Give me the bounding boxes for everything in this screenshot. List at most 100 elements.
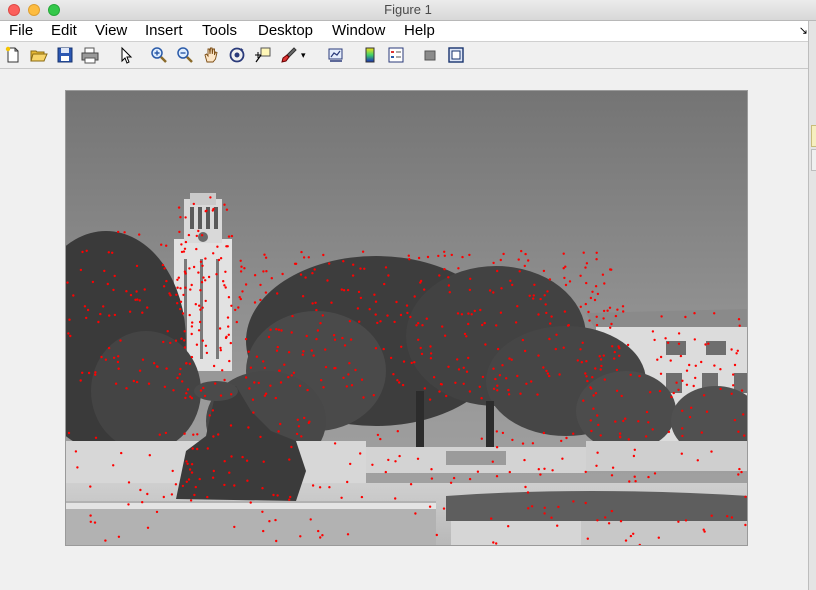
feature-point-marker [521, 338, 525, 342]
feature-point-marker [647, 475, 650, 479]
feature-point-marker [413, 361, 416, 364]
new-figure-icon[interactable] [4, 46, 22, 64]
feature-point-marker [545, 369, 548, 373]
menu-edit[interactable]: Edit [51, 22, 77, 39]
feature-point-marker [215, 273, 218, 276]
feature-point-marker [199, 389, 203, 392]
feature-point-marker [315, 337, 318, 341]
feature-point-marker [523, 458, 526, 462]
feature-point-marker [532, 297, 535, 300]
menu-help[interactable]: Help [404, 22, 435, 39]
feature-point-marker [417, 256, 421, 260]
feature-point-marker [316, 329, 320, 332]
feature-point-marker [426, 255, 430, 259]
zoom-out-icon[interactable] [176, 46, 194, 64]
feature-point-marker [681, 379, 684, 382]
feature-point-marker [558, 373, 561, 376]
feature-point-marker [132, 379, 135, 383]
feature-point-marker [496, 269, 499, 273]
feature-point-marker [278, 369, 281, 372]
feature-point-marker [675, 381, 678, 384]
feature-point-marker [179, 367, 182, 371]
feature-point-marker [190, 283, 193, 287]
open-file-icon[interactable] [30, 46, 48, 64]
feature-point-marker [201, 339, 204, 342]
feature-point-marker [295, 432, 299, 436]
feature-point-marker [321, 314, 324, 317]
feature-point-marker [89, 514, 92, 517]
feature-point-marker [664, 337, 667, 340]
zoom-in-icon[interactable] [150, 46, 168, 64]
feature-point-marker [223, 378, 226, 382]
feature-point-marker [163, 385, 167, 388]
feature-point-marker [713, 364, 716, 367]
data-cursor-icon[interactable] [254, 46, 272, 64]
feature-point-marker [645, 410, 649, 414]
feature-point-marker [566, 324, 570, 327]
feature-point-marker [199, 308, 202, 311]
menu-tools[interactable]: Tools [202, 22, 237, 39]
feature-point-marker [185, 480, 188, 483]
feature-point-marker [221, 369, 224, 372]
feature-point-marker [406, 311, 409, 315]
feature-point-marker [510, 358, 513, 361]
print-icon[interactable] [81, 46, 99, 64]
feature-point-marker [589, 419, 592, 422]
brush-icon[interactable] [280, 46, 298, 64]
hide-plot-tools-icon[interactable] [421, 46, 439, 64]
feature-point-marker [359, 267, 362, 270]
feature-point-marker [200, 281, 204, 284]
menu-file[interactable]: File [9, 22, 33, 39]
feature-point-marker [117, 230, 120, 234]
feature-point-marker [263, 394, 267, 397]
feature-point-marker [736, 349, 739, 352]
menu-view[interactable]: View [95, 22, 127, 39]
insert-colorbar-icon[interactable] [361, 46, 379, 64]
feature-point-marker [469, 277, 472, 280]
link-plot-icon[interactable] [327, 46, 345, 64]
brush-dropdown-icon[interactable]: ▾ [301, 46, 311, 64]
feature-point-marker [373, 293, 376, 296]
edit-plot-pointer-icon[interactable] [117, 46, 135, 64]
feature-point-marker [554, 347, 557, 351]
feature-point-marker [156, 365, 159, 368]
menu-window[interactable]: Window [332, 22, 385, 39]
show-plot-tools-icon[interactable] [447, 46, 465, 64]
feature-point-marker [340, 496, 343, 499]
feature-point-marker [302, 256, 306, 259]
rotate-3d-icon[interactable] [228, 46, 246, 64]
save-icon[interactable] [56, 46, 74, 64]
feature-point-marker [322, 253, 325, 257]
feature-point-marker [314, 301, 317, 304]
menu-desktop[interactable]: Desktop [258, 22, 313, 39]
feature-point-marker [416, 457, 420, 460]
feature-point-marker [581, 341, 584, 344]
feature-point-marker [103, 269, 106, 273]
pan-hand-icon[interactable] [202, 46, 220, 64]
feature-point-marker [602, 317, 605, 320]
feature-point-marker [319, 322, 322, 325]
feature-point-marker [81, 371, 84, 374]
feature-point-marker [330, 301, 333, 304]
feature-point-marker [530, 380, 533, 383]
menu-insert[interactable]: Insert [145, 22, 183, 39]
feature-point-marker [178, 230, 181, 234]
feature-point-marker [328, 486, 331, 489]
feature-point-marker [351, 274, 355, 277]
feature-point-marker [108, 314, 111, 317]
feature-point-marker [234, 308, 237, 312]
feature-point-marker [104, 539, 107, 542]
feature-point-marker [726, 515, 729, 518]
feature-point-marker [560, 439, 563, 443]
feature-point-marker [194, 485, 197, 489]
feature-point-marker [457, 368, 461, 371]
feature-point-marker [685, 383, 689, 386]
feature-point-marker [693, 338, 696, 341]
feature-point-marker [360, 378, 364, 381]
feature-point-marker [127, 481, 131, 484]
feature-point-marker [277, 430, 280, 433]
feature-point-marker [704, 343, 707, 346]
insert-legend-icon[interactable] [387, 46, 405, 64]
menu-overflow-icon[interactable]: ↘ [799, 24, 808, 37]
feature-point-marker [241, 290, 244, 293]
